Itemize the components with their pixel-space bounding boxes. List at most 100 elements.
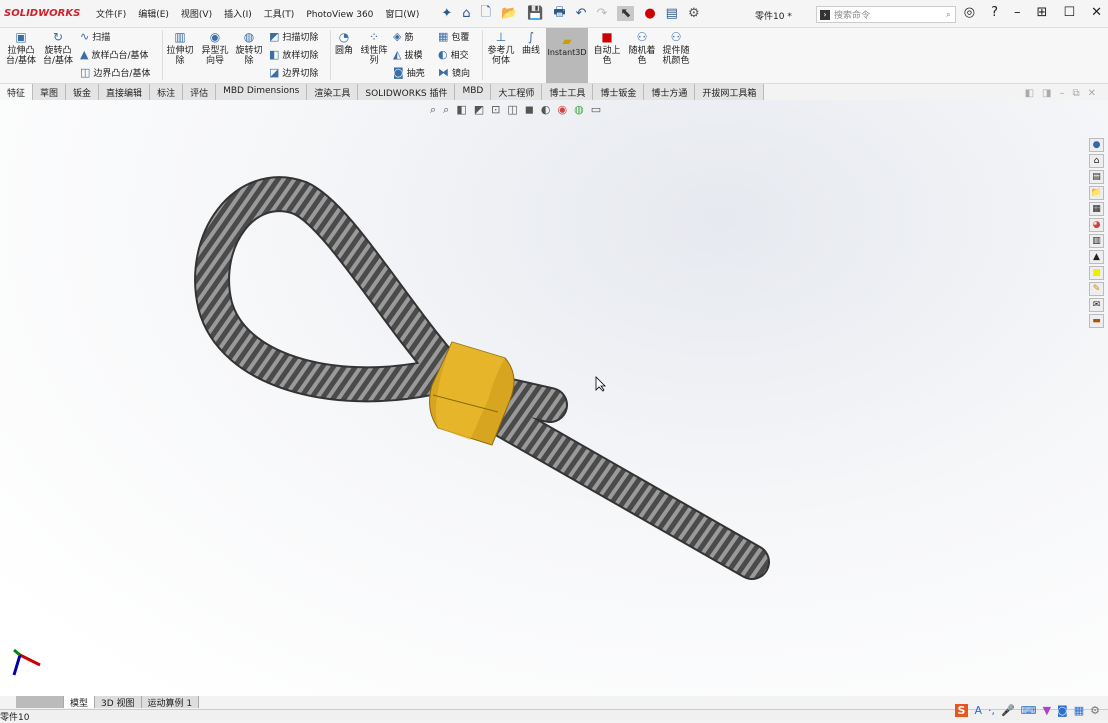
tab-motion-study[interactable]: 运动算例 1 <box>141 696 200 709</box>
menu-insert[interactable]: 插入(I) <box>224 10 252 20</box>
ime-mode-icon[interactable]: A <box>974 704 982 717</box>
auto-color-button[interactable]: ■ 自动上色 <box>590 31 624 66</box>
tile-button[interactable]: ⊞ <box>1037 5 1048 20</box>
close-button[interactable]: ✕ <box>1091 5 1102 20</box>
appearances-icon[interactable]: ◕ <box>1089 218 1104 232</box>
tab-mbd[interactable]: MBD <box>455 84 492 100</box>
loft-button[interactable]: ▲ 放样凸台/基体 <box>80 48 149 61</box>
notes-icon[interactable]: ■ <box>1089 266 1104 280</box>
toolbox-icon[interactable]: ▬ <box>1089 314 1104 328</box>
part-random-color-button[interactable]: ⚇ 提件随机颜色 <box>660 31 692 66</box>
scene-icon[interactable]: ◍ <box>574 103 584 117</box>
toolbox-grid-icon[interactable]: ▦ <box>1074 704 1084 717</box>
print-icon[interactable]: 🖶 <box>553 3 565 25</box>
minimize-button[interactable]: – <box>1014 5 1021 20</box>
linear-pattern-button[interactable]: ⁘ 线性阵列 <box>359 31 389 66</box>
collapse-left-icon[interactable]: ◧ <box>1025 88 1034 99</box>
section-view-icon[interactable]: ◩ <box>474 103 484 117</box>
pin-icon[interactable]: ✦ <box>441 6 452 21</box>
design-library-icon[interactable]: ▤ <box>1089 170 1104 184</box>
menu-window[interactable]: 窗口(W) <box>385 10 419 20</box>
learning-icon[interactable]: ▲ <box>1089 250 1104 264</box>
help-icon[interactable]: ? <box>991 5 998 20</box>
file-explorer-icon[interactable]: 📁 <box>1089 186 1104 200</box>
instant3d-button[interactable]: ▰ Instant3D <box>546 28 588 83</box>
shell-button[interactable]: ◙ 抽壳 <box>393 66 425 79</box>
doc-close-button[interactable]: ✕ <box>1088 88 1096 99</box>
tab-scroll-controls[interactable] <box>16 696 64 708</box>
settings-icon[interactable]: ⚙ <box>1090 704 1100 717</box>
home-icon[interactable]: ⌂ <box>462 6 470 21</box>
punctuation-icon[interactable]: ·, <box>988 704 995 717</box>
home-icon[interactable]: ⌂ <box>1089 154 1104 168</box>
revolve-cut-button[interactable]: ◍ 旋转切除 <box>233 31 265 66</box>
select-icon[interactable]: ⬉ <box>617 6 635 21</box>
tab-render-tools[interactable]: 渲染工具 <box>307 84 359 100</box>
doc-restore-button[interactable]: ⧉ <box>1072 88 1079 99</box>
doc-minimize-button[interactable]: – <box>1059 88 1064 99</box>
extrude-boss-button[interactable]: ▣ 拉伸凸台/基体 <box>4 31 38 66</box>
sweep-button[interactable]: ∿ 扫描 <box>80 30 110 43</box>
hole-wizard-button[interactable]: ◉ 异型孔向导 <box>198 31 232 66</box>
solidworks-resources-icon[interactable]: ● <box>1089 138 1104 152</box>
tab-markup[interactable]: 标注 <box>150 84 184 100</box>
save-icon[interactable]: 💾 <box>527 6 543 21</box>
menu-photoview[interactable]: PhotoView 360 <box>306 10 373 20</box>
zoom-to-fit-icon[interactable]: ⌕ <box>430 103 436 117</box>
tab-doctor-tools[interactable]: 博士工具 <box>542 84 594 100</box>
random-color-button[interactable]: ⚇ 随机着色 <box>626 31 658 66</box>
tab-features[interactable]: 特征 <box>0 84 34 100</box>
rebuild-icon[interactable]: ● <box>644 6 655 21</box>
microphone-icon[interactable]: 🎤 <box>1001 704 1015 717</box>
boundary-boss-button[interactable]: ◫ 边界凸台/基体 <box>80 66 150 79</box>
view-settings-icon[interactable]: ▭ <box>591 103 601 117</box>
tab-model[interactable]: 模型 <box>64 696 96 709</box>
view-orientation-icon[interactable]: ◫ <box>507 103 517 117</box>
maximize-button[interactable]: ☐ <box>1063 5 1075 20</box>
menu-view[interactable]: 视图(V) <box>181 10 212 20</box>
hide-show-icon[interactable]: ◐ <box>541 103 551 117</box>
menu-file[interactable]: 文件(F) <box>96 10 126 20</box>
reference-geometry-button[interactable]: ⊥ 参考几何体 <box>485 31 517 66</box>
revolve-boss-button[interactable]: ↻ 旋转凸台/基体 <box>41 31 75 66</box>
tab-sketch[interactable]: 草图 <box>33 84 67 100</box>
draft-button[interactable]: ◭ 拔模 <box>393 48 422 61</box>
tab-evaluate[interactable]: 评估 <box>183 84 217 100</box>
collapse-right-icon[interactable]: ◨ <box>1042 88 1051 99</box>
custom-properties-icon[interactable]: ▥ <box>1089 234 1104 248</box>
game-icon[interactable]: ◙ <box>1057 704 1068 717</box>
tab-sheet-metal[interactable]: 钣金 <box>66 84 100 100</box>
tab-doctor-tube[interactable]: 博士方通 <box>644 84 696 100</box>
sogou-icon[interactable]: S <box>954 704 969 717</box>
options-gear-icon[interactable]: ⚙ <box>688 6 700 21</box>
view-palette-icon[interactable]: ▦ <box>1089 202 1104 216</box>
tab-toolbox[interactable]: 开拔网工具箱 <box>695 84 765 100</box>
undo-icon[interactable]: ↶ <box>576 6 587 21</box>
curves-button[interactable]: ∫ 曲线 <box>519 31 543 56</box>
search-commands-input[interactable]: › 搜索命令 ⌕ <box>816 6 956 23</box>
dynamic-annotation-icon[interactable]: ⊡ <box>491 103 500 117</box>
tab-doctor-sheetmetal[interactable]: 博士钣金 <box>593 84 645 100</box>
tab-mbd-dimensions[interactable]: MBD Dimensions <box>216 84 308 100</box>
file-properties-icon[interactable]: ▤ <box>666 6 678 21</box>
wrap-button[interactable]: ▦ 包覆 <box>438 30 469 43</box>
tools-icon[interactable]: ✎ <box>1089 282 1104 296</box>
intersect-button[interactable]: ◐ 相交 <box>438 48 469 61</box>
previous-view-icon[interactable]: ◧ <box>456 103 466 117</box>
redo-icon[interactable]: ↷ <box>597 6 608 21</box>
boundary-cut-button[interactable]: ◪ 边界切除 <box>269 66 318 79</box>
graphics-viewport[interactable] <box>0 100 1108 696</box>
open-icon[interactable]: 📂 <box>501 6 517 21</box>
user-icon[interactable]: ◎ <box>964 5 975 20</box>
rib-button[interactable]: ◈ 筋 <box>393 30 413 43</box>
zoom-area-icon[interactable]: ⌕ <box>443 103 449 117</box>
lofted-cut-button[interactable]: ◧ 放样切除 <box>269 48 318 61</box>
extrude-cut-button[interactable]: ▥ 拉伸切除 <box>164 31 196 66</box>
tab-direct-edit[interactable]: 直接编辑 <box>99 84 151 100</box>
keyboard-icon[interactable]: ⌨ <box>1021 704 1037 717</box>
search-icon[interactable]: ⌕ <box>946 10 951 20</box>
display-style-icon[interactable]: ◼ <box>525 103 534 117</box>
new-icon[interactable]: 🗋 <box>481 3 491 25</box>
tab-engineer[interactable]: 大工程师 <box>491 84 543 100</box>
menu-tools[interactable]: 工具(T) <box>264 10 295 20</box>
